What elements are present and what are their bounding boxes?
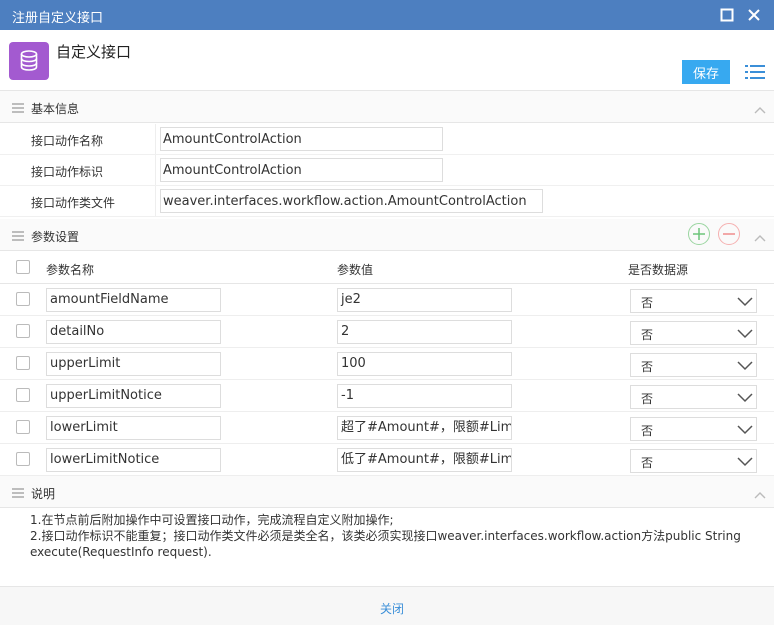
param-value-input[interactable]: 超了#Amount#，限额#Limit — [337, 416, 512, 440]
form-row-class: 接口动作类文件 — [0, 186, 774, 217]
param-value-input[interactable]: 2 — [337, 320, 512, 344]
datasource-select[interactable]: 否 — [630, 449, 757, 473]
action-class-input[interactable] — [160, 189, 543, 213]
datasource-select[interactable]: 否 — [630, 289, 757, 313]
params-table-header: 参数名称 参数值 是否数据源 — [0, 252, 774, 284]
database-icon — [9, 42, 49, 80]
column-header-datasource: 是否数据源 — [628, 263, 689, 277]
row-checkbox[interactable] — [16, 420, 30, 434]
column-header-name: 参数名称 — [46, 263, 95, 277]
param-value-input[interactable]: -1 — [337, 384, 512, 408]
row-checkbox[interactable] — [16, 356, 30, 370]
chevron-down-icon — [737, 297, 753, 307]
select-value: 否 — [641, 296, 654, 310]
select-value: 否 — [641, 456, 654, 470]
datasource-select[interactable]: 否 — [630, 385, 757, 409]
column-header-value: 参数值 — [337, 263, 374, 277]
row-checkbox[interactable] — [16, 452, 30, 466]
field-label: 接口动作标识 — [31, 165, 104, 179]
dialog-footer: 关闭 — [0, 586, 774, 625]
datasource-select[interactable]: 否 — [630, 353, 757, 377]
row-checkbox[interactable] — [16, 292, 30, 306]
datasource-select[interactable]: 否 — [630, 417, 757, 441]
select-value: 否 — [641, 328, 654, 342]
list-menu-icon[interactable] — [745, 64, 765, 80]
section-handle-icon — [12, 487, 24, 501]
table-row: lowerLimitNotice 低了#Amount#，限额#Limit 否 — [0, 444, 774, 476]
close-icon[interactable] — [746, 7, 762, 23]
form-row-id: 接口动作标识 — [0, 155, 774, 186]
save-button[interactable]: 保存 — [682, 60, 730, 84]
section-notes: 说明 — [0, 476, 774, 508]
page-header: 自定义接口 保存 — [0, 30, 774, 91]
param-name-input[interactable]: upperLimitNotice — [46, 384, 221, 408]
section-params: 参数设置 — [0, 219, 774, 251]
row-checkbox[interactable] — [16, 324, 30, 338]
chevron-up-icon[interactable] — [754, 103, 766, 117]
select-value: 否 — [641, 392, 654, 406]
maximize-icon[interactable] — [719, 7, 735, 23]
field-label: 接口动作名称 — [31, 134, 104, 148]
param-name-input[interactable]: lowerLimit — [46, 416, 221, 440]
notes-text: 1.在节点前后附加操作中可设置接口动作，完成流程自定义附加操作; 2.接口动作标… — [30, 512, 760, 560]
window-titlebar: 注册自定义接口 — [0, 0, 774, 30]
chevron-down-icon — [737, 425, 753, 435]
param-name-input[interactable]: lowerLimitNotice — [46, 448, 221, 472]
field-label: 接口动作类文件 — [31, 196, 116, 210]
param-name-input[interactable]: upperLimit — [46, 352, 221, 376]
param-name-input[interactable]: amountFieldName — [46, 288, 221, 312]
action-name-input[interactable] — [160, 127, 443, 151]
param-value-input[interactable]: 低了#Amount#，限额#Limit — [337, 448, 512, 472]
chevron-down-icon — [737, 329, 753, 339]
section-basic-info: 基本信息 — [0, 91, 774, 123]
page-title: 自定义接口 — [56, 43, 132, 61]
table-row: upperLimit 100 否 — [0, 348, 774, 380]
section-label: 基本信息 — [31, 102, 80, 116]
chevron-up-icon[interactable] — [754, 488, 766, 502]
param-name-input[interactable]: detailNo — [46, 320, 221, 344]
section-handle-icon — [12, 102, 24, 116]
datasource-select[interactable]: 否 — [630, 321, 757, 345]
section-label: 参数设置 — [31, 230, 80, 244]
table-row: detailNo 2 否 — [0, 316, 774, 348]
table-row: upperLimitNotice -1 否 — [0, 380, 774, 412]
add-row-icon[interactable] — [688, 223, 710, 245]
select-all-checkbox[interactable] — [16, 260, 30, 274]
action-id-input[interactable] — [160, 158, 443, 182]
param-value-input[interactable]: je2 — [337, 288, 512, 312]
select-value: 否 — [641, 424, 654, 438]
section-label: 说明 — [31, 487, 56, 501]
close-button[interactable]: 关闭 — [380, 600, 404, 617]
chevron-up-icon[interactable] — [754, 231, 766, 245]
remove-row-icon[interactable] — [718, 223, 740, 245]
param-value-input[interactable]: 100 — [337, 352, 512, 376]
section-handle-icon — [12, 230, 24, 244]
chevron-down-icon — [737, 457, 753, 467]
window-title: 注册自定义接口 — [12, 11, 104, 26]
table-row: amountFieldName je2 否 — [0, 284, 774, 316]
form-row-name: 接口动作名称 — [0, 124, 774, 155]
note-line: 1.在节点前后附加操作中可设置接口动作，完成流程自定义附加操作; — [30, 513, 394, 527]
chevron-down-icon — [737, 393, 753, 403]
chevron-down-icon — [737, 361, 753, 371]
table-row: lowerLimit 超了#Amount#，限额#Limit 否 — [0, 412, 774, 444]
note-line: 2.接口动作标识不能重复；接口动作类文件必须是类全名，该类必须实现接口weave… — [30, 529, 741, 559]
select-value: 否 — [641, 360, 654, 374]
row-checkbox[interactable] — [16, 388, 30, 402]
